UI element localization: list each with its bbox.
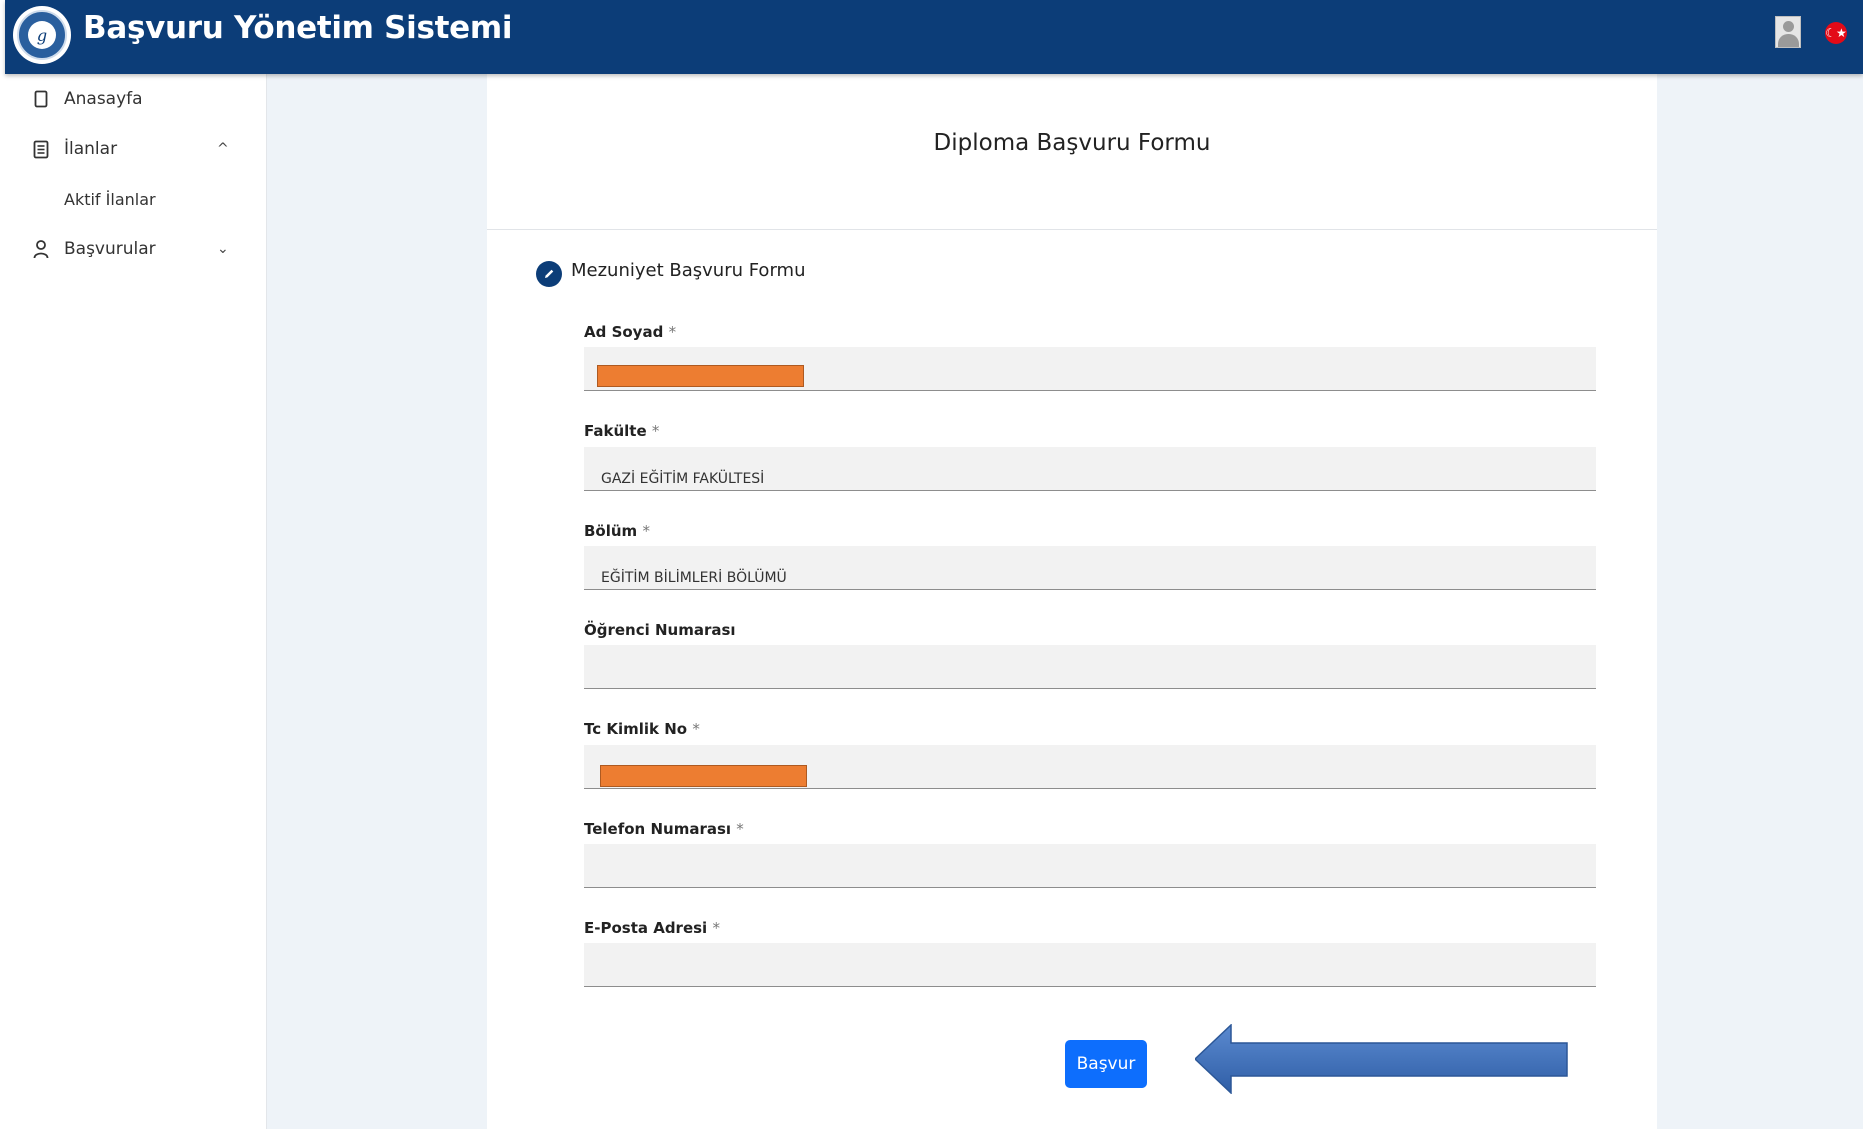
arrow-annotation-icon [1195,1024,1568,1094]
field-value: GAZİ EĞİTİM FAKÜLTESİ [601,471,765,487]
required-mark: * [712,919,720,937]
email-label: E-Posta Adresi * [584,919,720,937]
field-value: EĞİTİM BİLİMLERİ BÖLÜMÜ [601,570,787,586]
national-id-field[interactable] [584,745,1596,789]
user-head-shape [1783,21,1794,32]
sidebar: Anasayfa İlanlar ^ Aktif İlanlar Başvuru… [5,74,267,1129]
student-number-field[interactable] [584,645,1596,689]
required-mark: * [692,720,700,738]
submit-button[interactable]: Başvur [1065,1040,1147,1088]
chevron-up-icon[interactable]: ^ [217,141,229,157]
required-mark: * [651,422,660,440]
top-header: g Başvuru Yönetim Sistemi ☾★ [5,0,1863,74]
app-title: Başvuru Yönetim Sistemi [83,10,513,46]
faculty-field[interactable]: GAZİ EĞİTİM FAKÜLTESİ [584,447,1596,491]
sidebar-item-label: Anasayfa [64,89,143,109]
logo-ring: g [17,10,67,60]
sidebar-item-anasayfa[interactable]: Anasayfa [5,74,267,124]
page-title: Diploma Başvuru Formu [933,130,1211,156]
field-label-text: Öğrenci Numarası [584,621,736,639]
bookmark-icon [31,88,51,110]
national-id-label: Tc Kimlik No * [584,720,700,738]
department-label: Bölüm * [584,522,650,540]
email-field[interactable] [584,943,1596,987]
sidebar-item-label: Aktif İlanlar [64,189,156,209]
logo-letter: g [28,21,56,49]
redaction-box [600,765,807,787]
user-profile-icon[interactable] [1775,16,1801,48]
department-field[interactable]: EĞİTİM BİLİMLERİ BÖLÜMÜ [584,546,1596,590]
faculty-label: Fakülte * [584,422,659,440]
field-label-text: Ad Soyad [584,323,664,341]
student-number-label: Öğrenci Numarası [584,621,736,639]
sidebar-item-aktif-ilanlar[interactable]: Aktif İlanlar [5,174,267,224]
name-field[interactable] [584,347,1596,391]
required-mark: * [736,820,744,838]
form-card: Diploma Başvuru Formu Mezuniyet Başvuru … [487,74,1657,1129]
turkish-flag-icon[interactable]: ☾★ [1825,22,1847,44]
phone-label: Telefon Numarası * [584,820,744,838]
sidebar-item-label: Başvurular [64,239,156,259]
required-mark: * [668,323,677,341]
section-title: Mezuniyet Başvuru Formu [571,260,806,281]
required-mark: * [642,522,650,540]
pencil-icon [536,261,562,287]
field-label-text: Fakülte [584,422,647,440]
document-icon [31,138,51,160]
field-label-text: Tc Kimlik No [584,720,688,738]
field-label-text: Bölüm [584,522,638,540]
sidebar-item-ilanlar[interactable]: İlanlar ^ [5,124,267,174]
redaction-box [597,365,804,387]
field-label-text: Telefon Numarası [584,820,732,838]
field-label-text: E-Posta Adresi [584,919,708,937]
chevron-down-icon[interactable]: ⌄ [217,241,229,257]
sidebar-item-label: İlanlar [64,139,118,159]
phone-field[interactable] [584,844,1596,888]
sidebar-item-basvurular[interactable]: Başvurular ⌄ [5,224,267,274]
name-label: Ad Soyad * [584,323,676,341]
user-body-shape [1778,34,1799,47]
user-icon [31,238,51,260]
university-logo[interactable]: g [13,6,71,64]
form-header: Diploma Başvuru Formu [487,74,1657,230]
app-window: g Başvuru Yönetim Sistemi ☾★ Anasayfa İl… [0,0,1863,1129]
